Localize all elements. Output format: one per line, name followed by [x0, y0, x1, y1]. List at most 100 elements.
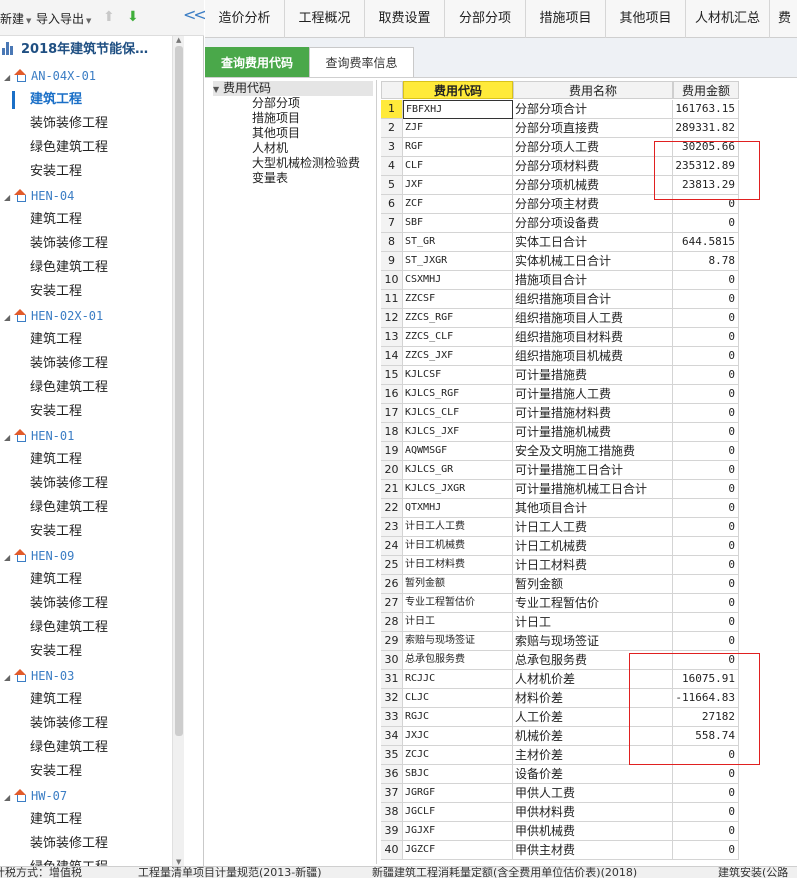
tree-leaf[interactable]: 建筑工程: [30, 328, 82, 352]
table-row[interactable]: 3 RGF 分部分项人工费 30205.66: [381, 138, 739, 157]
fee-code-cell[interactable]: JXJC: [403, 727, 513, 746]
fee-amount-cell[interactable]: 0: [673, 613, 739, 632]
fee-amount-cell[interactable]: 0: [673, 537, 739, 556]
fee-code-cell[interactable]: RCJJC: [403, 670, 513, 689]
fee-amount-cell[interactable]: 0: [673, 214, 739, 233]
top-tab[interactable]: 工程概况: [285, 0, 365, 38]
fee-name-cell[interactable]: 材料价差: [513, 689, 673, 708]
tree-leaf[interactable]: 绿色建筑工程: [30, 616, 108, 640]
fee-name-cell[interactable]: 组织措施项目机械费: [513, 347, 673, 366]
table-row[interactable]: 24 计日工机械费 计日工机械费 0: [381, 537, 739, 556]
fee-name-cell[interactable]: 暂列金额: [513, 575, 673, 594]
category-item[interactable]: 措施项目: [252, 111, 300, 126]
fee-code-cell[interactable]: 计日工: [403, 613, 513, 632]
fee-amount-cell[interactable]: 30205.66: [673, 138, 739, 157]
fee-name-cell[interactable]: 甲供材料费: [513, 803, 673, 822]
fee-name-cell[interactable]: 组织措施项目合计: [513, 290, 673, 309]
scroll-up-icon[interactable]: ▲: [176, 36, 181, 44]
top-tab[interactable]: 分部分项: [445, 0, 526, 38]
unit-node[interactable]: ◢ HEN-03: [4, 664, 74, 688]
fee-amount-cell[interactable]: 16075.91: [673, 670, 739, 689]
fee-code-cell[interactable]: JGRGF: [403, 784, 513, 803]
fee-code-cell[interactable]: 索赔与现场签证: [403, 632, 513, 651]
fee-code-cell[interactable]: JGCLF: [403, 803, 513, 822]
fee-name-cell[interactable]: 计日工: [513, 613, 673, 632]
fee-name-cell[interactable]: 人工价差: [513, 708, 673, 727]
fee-amount-cell[interactable]: 644.5815: [673, 233, 739, 252]
tree-leaf[interactable]: 安装工程: [30, 400, 82, 424]
table-row[interactable]: 36 SBJC 设备价差 0: [381, 765, 739, 784]
fee-code-cell[interactable]: KJLCSF: [403, 366, 513, 385]
fee-code-cell[interactable]: 计日工机械费: [403, 537, 513, 556]
fee-code-cell[interactable]: ST_JXGR: [403, 252, 513, 271]
table-row[interactable]: 13 ZZCS_CLF 组织措施项目材料费 0: [381, 328, 739, 347]
table-row[interactable]: 14 ZZCS_JXF 组织措施项目机械费 0: [381, 347, 739, 366]
fee-name-cell[interactable]: 甲供人工费: [513, 784, 673, 803]
tree-leaf[interactable]: 装饰装修工程: [30, 352, 108, 376]
table-row[interactable]: 6 ZCF 分部分项主材费 0: [381, 195, 739, 214]
fee-name-cell[interactable]: 机械价差: [513, 727, 673, 746]
move-down-icon[interactable]: ⬇: [127, 10, 139, 24]
fee-amount-cell[interactable]: 0: [673, 366, 739, 385]
fee-name-cell[interactable]: 分部分项合计: [513, 100, 673, 119]
fee-code-cell[interactable]: 总承包服务费: [403, 651, 513, 670]
tree-leaf[interactable]: 装饰装修工程: [30, 112, 108, 136]
fee-name-cell[interactable]: 计日工人工费: [513, 518, 673, 537]
table-row[interactable]: 19 AQWMSGF 安全及文明施工措施费 0: [381, 442, 739, 461]
tree-leaf[interactable]: 安装工程: [30, 280, 82, 304]
fee-amount-cell[interactable]: 0: [673, 518, 739, 537]
fee-amount-cell[interactable]: 0: [673, 309, 739, 328]
fee-name-cell[interactable]: 甲供主材费: [513, 841, 673, 860]
fee-name-cell[interactable]: 分部分项直接费: [513, 119, 673, 138]
fee-amount-cell[interactable]: 8.78: [673, 252, 739, 271]
table-row[interactable]: 4 CLF 分部分项材料费 235312.89: [381, 157, 739, 176]
fee-code-cell[interactable]: KJLCS_RGF: [403, 385, 513, 404]
fee-amount-cell[interactable]: 0: [673, 271, 739, 290]
top-tab[interactable]: 人材机汇总: [686, 0, 770, 38]
tree-leaf[interactable]: 绿色建筑工程: [30, 496, 108, 520]
fee-code-cell[interactable]: 暂列金额: [403, 575, 513, 594]
fee-code-cell[interactable]: CLJC: [403, 689, 513, 708]
fee-amount-cell[interactable]: 0: [673, 442, 739, 461]
scrollbar-thumb[interactable]: [175, 46, 183, 736]
fee-amount-cell[interactable]: 0: [673, 632, 739, 651]
unit-node[interactable]: ◢ HEN-02X-01: [4, 304, 103, 328]
fee-name-cell[interactable]: 分部分项主材费: [513, 195, 673, 214]
fee-name-cell[interactable]: 分部分项设备费: [513, 214, 673, 233]
fee-amount-cell[interactable]: 161763.15: [673, 100, 739, 119]
fee-code-cell[interactable]: JGJXF: [403, 822, 513, 841]
fee-code-cell[interactable]: JXF: [403, 176, 513, 195]
fee-name-cell[interactable]: 人材机价差: [513, 670, 673, 689]
fee-amount-cell[interactable]: 558.74: [673, 727, 739, 746]
unit-node[interactable]: ◢ HEN-01: [4, 424, 74, 448]
unit-node[interactable]: ◢ HEN-04: [4, 184, 74, 208]
table-row[interactable]: 15 KJLCSF 可计量措施费 0: [381, 366, 739, 385]
fee-amount-cell[interactable]: 0: [673, 841, 739, 860]
tree-scrollbar[interactable]: ▲ ▼: [172, 36, 184, 866]
table-row[interactable]: 17 KJLCS_CLF 可计量措施材料费 0: [381, 404, 739, 423]
table-row[interactable]: 11 ZZCSF 组织措施项目合计 0: [381, 290, 739, 309]
table-row[interactable]: 23 计日工人工费 计日工人工费 0: [381, 518, 739, 537]
fee-amount-cell[interactable]: 0: [673, 765, 739, 784]
fee-name-cell[interactable]: 设备价差: [513, 765, 673, 784]
fee-name-cell[interactable]: 可计量措施工日合计: [513, 461, 673, 480]
fee-amount-cell[interactable]: 0: [673, 347, 739, 366]
fee-amount-cell[interactable]: 23813.29: [673, 176, 739, 195]
fee-code-cell[interactable]: FBFXHJ: [403, 100, 513, 119]
fee-amount-cell[interactable]: 0: [673, 594, 739, 613]
table-row[interactable]: 27 专业工程暂估价 专业工程暂估价 0: [381, 594, 739, 613]
fee-amount-cell[interactable]: 0: [673, 822, 739, 841]
fee-amount-cell[interactable]: 235312.89: [673, 157, 739, 176]
tree-leaf[interactable]: 绿色建筑工程: [30, 376, 108, 400]
category-root[interactable]: ▼ 费用代码: [213, 81, 373, 96]
table-row[interactable]: 16 KJLCS_RGF 可计量措施人工费 0: [381, 385, 739, 404]
top-tab[interactable]: 取费设置: [365, 0, 445, 38]
import-export-button[interactable]: 导入导出 ▼: [36, 10, 91, 27]
fee-code-cell[interactable]: QTXMHJ: [403, 499, 513, 518]
table-row[interactable]: 9 ST_JXGR 实体机械工日合计 8.78: [381, 252, 739, 271]
fee-amount-cell[interactable]: 0: [673, 404, 739, 423]
tree-leaf[interactable]: 建筑工程: [30, 208, 82, 232]
fee-amount-cell[interactable]: 0: [673, 499, 739, 518]
fee-amount-cell[interactable]: 0: [673, 290, 739, 309]
unit-node[interactable]: ◢ HW-07: [4, 784, 67, 808]
